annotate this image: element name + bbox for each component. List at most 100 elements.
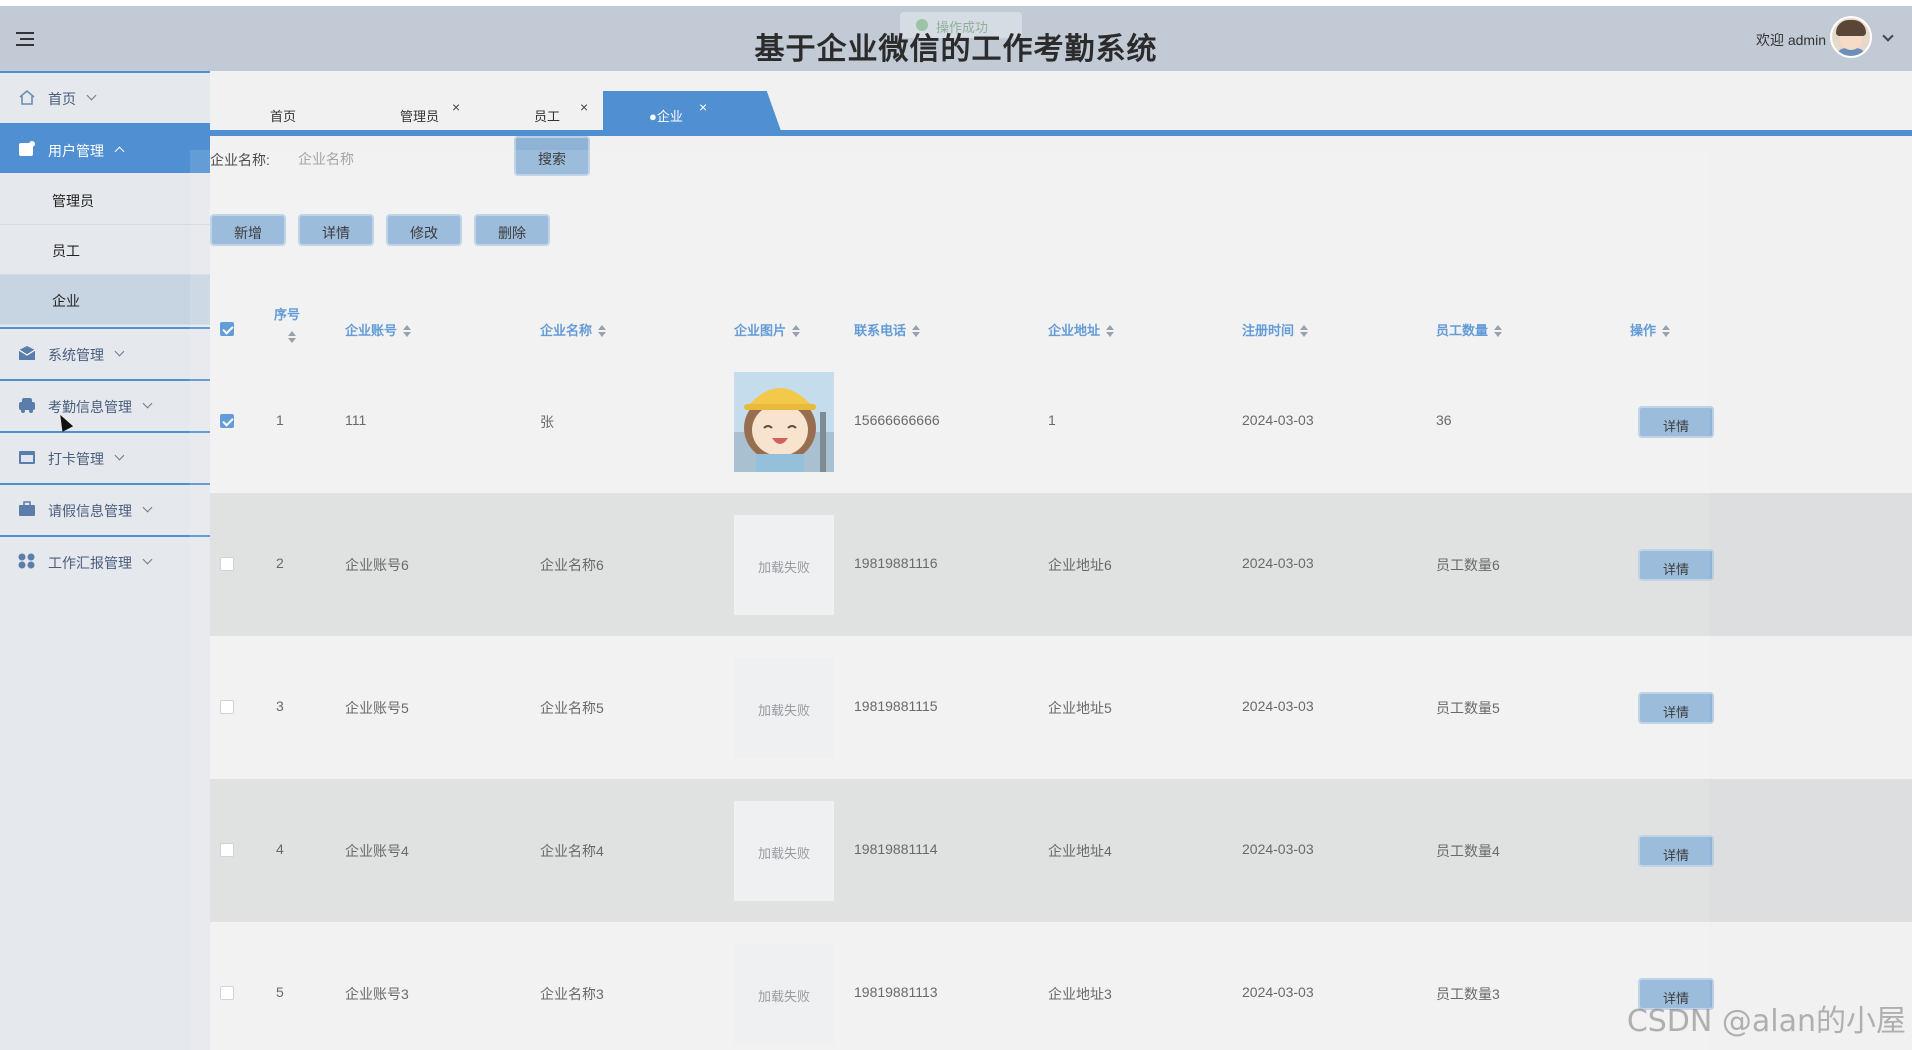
close-icon[interactable]: ×	[580, 99, 588, 115]
table-row[interactable]: 1 111 张 15666666666 1 2024-03-03 36 详情	[210, 350, 1912, 493]
sidebar: 首页 用户管理 管理员 员工 企业 系统管理 考勤信息管理 打卡管理 请假信息管…	[0, 71, 210, 1050]
sidebar-item-leave[interactable]: 请假信息管理	[0, 483, 210, 533]
sort-icon[interactable]	[288, 331, 296, 343]
search-label: 企业名称:	[210, 152, 270, 168]
row-detail-button[interactable]: 详情	[1638, 835, 1714, 867]
watermark: CSDN @alan的小屋	[1626, 1004, 1906, 1039]
top-header: 操作成功 基于企业微信的工作考勤系统 欢迎 admin	[0, 0, 1912, 71]
close-icon[interactable]: ×	[699, 99, 707, 115]
sidebar-item-label: 打卡管理	[48, 451, 104, 467]
column-header-name[interactable]: 企业名称	[540, 320, 607, 339]
cell-phone: 19819881114	[854, 841, 938, 857]
sort-icon[interactable]	[792, 325, 801, 337]
table-row[interactable]: 2 企业账号6 企业名称6 加载失败 19819881116 企业地址6 202…	[210, 493, 1912, 636]
sort-icon[interactable]	[912, 325, 921, 337]
tab-company[interactable]: ●企业 ×	[603, 91, 781, 131]
company-image-failed: 加载失败	[734, 944, 834, 1044]
cell-date: 2024-03-03	[1242, 841, 1314, 857]
cell-address: 企业地址3	[1048, 986, 1112, 1002]
cell-date: 2024-03-03	[1242, 412, 1314, 428]
sidebar-item-attendance[interactable]: 考勤信息管理	[0, 379, 210, 429]
column-header-account[interactable]: 企业账号	[345, 320, 412, 339]
chevron-down-icon	[86, 90, 97, 101]
delete-button[interactable]: 删除	[474, 214, 550, 246]
sidebar-item-work-report[interactable]: 工作汇报管理	[0, 535, 210, 585]
row-detail-button[interactable]: 详情	[1638, 692, 1714, 724]
tab-home[interactable]: 首页	[270, 91, 330, 131]
cell-seq: 2	[276, 555, 284, 571]
tab-bar: 首页 管理员 × 员工 × ●企业 ×	[210, 71, 1912, 135]
row-checkbox[interactable]	[220, 700, 234, 714]
car-icon	[19, 398, 35, 413]
sidebar-item-label: 请假信息管理	[48, 503, 132, 519]
row-detail-button[interactable]: 详情	[1638, 406, 1714, 438]
chevron-down-icon	[114, 450, 125, 461]
search-button[interactable]: 搜索	[514, 136, 590, 176]
cell-seq: 4	[276, 841, 284, 857]
grid-icon	[18, 553, 35, 569]
cell-account: 企业账号6	[345, 557, 409, 573]
row-checkbox[interactable]	[220, 414, 234, 428]
avatar[interactable]	[1830, 16, 1872, 58]
add-button[interactable]: 新增	[210, 214, 286, 246]
sidebar-subitem-employee[interactable]: 员工	[0, 225, 210, 275]
row-checkbox[interactable]	[220, 557, 234, 571]
sort-icon[interactable]	[1494, 325, 1503, 337]
cell-count: 员工数量4	[1436, 843, 1500, 859]
cell-count: 员工数量5	[1436, 700, 1500, 716]
cell-name: 企业名称3	[540, 986, 604, 1002]
column-header-actions[interactable]: 操作	[1630, 320, 1671, 339]
cell-count: 员工数量3	[1436, 986, 1500, 1002]
row-detail-button[interactable]: 详情	[1638, 549, 1714, 581]
cell-name: 张	[540, 414, 554, 430]
tab-label: 管理员	[400, 109, 440, 124]
cell-name: 企业名称5	[540, 700, 604, 716]
cell-seq: 1	[276, 412, 284, 428]
column-header-count[interactable]: 员工数量	[1436, 320, 1503, 339]
cell-account: 企业账号5	[345, 700, 409, 716]
tab-employee[interactable]: 员工 ×	[534, 91, 594, 131]
column-header-phone[interactable]: 联系电话	[854, 320, 921, 339]
sidebar-item-user-management[interactable]: 用户管理	[0, 123, 210, 173]
column-header-address[interactable]: 企业地址	[1048, 320, 1115, 339]
sort-icon[interactable]	[1106, 325, 1115, 337]
sort-icon[interactable]	[1662, 325, 1671, 337]
cell-date: 2024-03-03	[1242, 555, 1314, 571]
tab-label: ●企业	[649, 109, 683, 124]
cell-account: 111	[345, 412, 367, 428]
column-header-date[interactable]: 注册时间	[1242, 320, 1309, 339]
detail-button[interactable]: 详情	[298, 214, 374, 246]
user-icon	[19, 141, 35, 156]
chevron-down-icon	[114, 346, 125, 357]
page-title: 基于企业微信的工作考勤系统	[754, 32, 1158, 67]
chevron-down-icon	[142, 554, 153, 565]
chevron-down-icon	[142, 502, 153, 513]
sidebar-item-clock-in[interactable]: 打卡管理	[0, 431, 210, 481]
sort-icon[interactable]	[403, 325, 412, 337]
company-image-failed: 加载失败	[734, 658, 834, 758]
select-all-checkbox[interactable]	[220, 322, 234, 336]
tab-label: 员工	[534, 109, 561, 124]
cell-count: 36	[1436, 412, 1452, 428]
sort-icon[interactable]	[598, 325, 607, 337]
column-header-image[interactable]: 企业图片	[734, 320, 801, 339]
calendar-icon	[19, 451, 35, 464]
sidebar-item-home[interactable]: 首页	[0, 71, 210, 121]
cell-count: 员工数量6	[1436, 557, 1500, 573]
welcome-text: 欢迎 admin	[1755, 32, 1826, 48]
sidebar-item-system[interactable]: 系统管理	[0, 327, 210, 377]
sort-icon[interactable]	[1300, 325, 1309, 337]
edit-button[interactable]: 修改	[386, 214, 462, 246]
cartoon-girl-icon	[734, 388, 834, 472]
close-icon[interactable]: ×	[452, 99, 460, 115]
tab-admin[interactable]: 管理员 ×	[400, 91, 470, 131]
table-row[interactable]: 3 企业账号5 企业名称5 加载失败 19819881115 企业地址5 202…	[210, 636, 1912, 779]
sidebar-subitem-admin[interactable]: 管理员	[0, 175, 210, 225]
sidebar-subitem-company[interactable]: 企业	[0, 275, 210, 325]
column-header-seq[interactable]: 序号	[274, 304, 300, 344]
table-row[interactable]: 4 企业账号4 企业名称4 加载失败 19819881114 企业地址4 202…	[210, 779, 1912, 922]
cell-seq: 3	[276, 698, 284, 714]
row-checkbox[interactable]	[220, 843, 234, 857]
main-content: 企业名称: 搜索 新增 详情 修改 删除 序号 企业账号 企业名称 企业图片 联…	[210, 136, 1912, 1050]
row-checkbox[interactable]	[220, 986, 234, 1000]
